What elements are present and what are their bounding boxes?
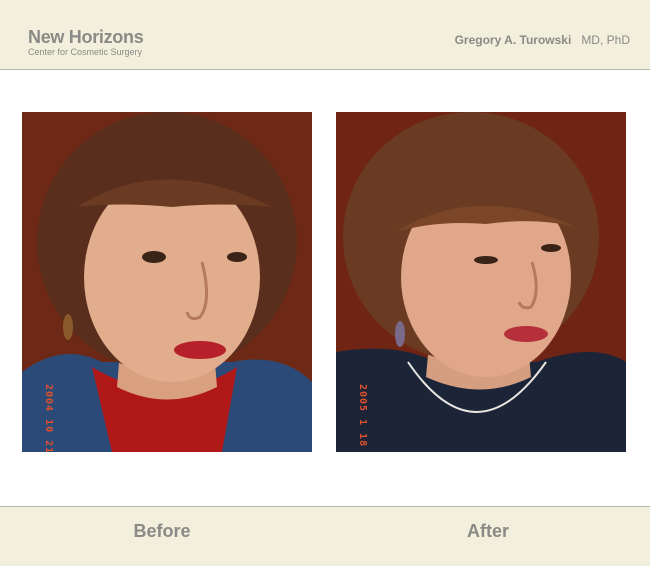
brand-name[interactable]: New Horizons — [28, 27, 144, 47]
before-date-stamp: 2004 10 21 — [43, 384, 54, 452]
brand-subtitle: Center for Cosmetic Surgery — [28, 47, 143, 57]
after-photo: 2005 1 18 — [336, 112, 626, 452]
page-footer: Before After — [0, 506, 650, 566]
before-photo: 2004 10 21 — [22, 112, 312, 452]
doctor-name: Gregory A. Turowski — [454, 33, 572, 47]
after-label: After — [466, 521, 509, 541]
before-label: Before — [133, 521, 191, 541]
before-photo-image — [22, 112, 312, 452]
doctor-info: Gregory A. Turowski MD, PhD — [455, 33, 630, 47]
page-header: New Horizons Center for Cosmetic Surgery… — [0, 0, 650, 70]
after-date-stamp: 2005 1 18 — [357, 384, 368, 448]
after-photo-image — [336, 112, 626, 452]
doctor-credentials: MD, PhD — [581, 33, 630, 47]
